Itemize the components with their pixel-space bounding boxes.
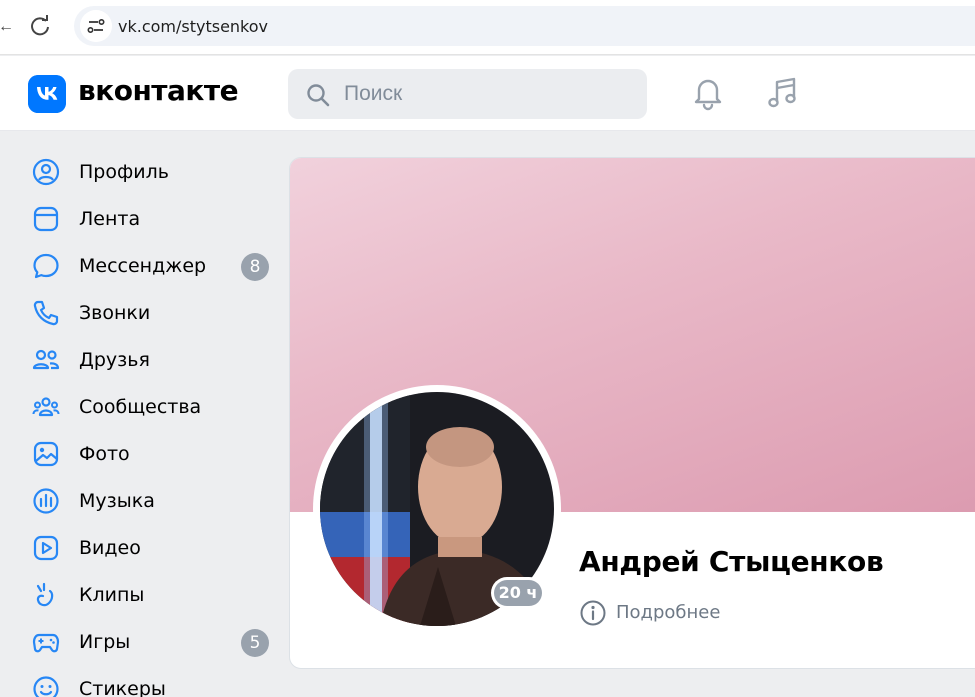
stickers-icon <box>33 676 59 697</box>
info-icon <box>580 600 606 626</box>
profile-icon <box>32 158 60 186</box>
search-box[interactable] <box>288 69 647 119</box>
site-info-icon[interactable] <box>80 10 112 42</box>
sidebar-item-games[interactable]: Игры 5 <box>22 620 282 667</box>
vk-logo-icon[interactable] <box>28 75 66 113</box>
sidebar-item-label: Мессенджер <box>79 255 207 277</box>
reload-icon[interactable] <box>26 12 54 40</box>
sidebar-item-label: Звонки <box>79 302 151 324</box>
music-icon[interactable] <box>764 74 800 112</box>
sidebar-item-label: Стикеры <box>79 678 166 697</box>
sidebar-item-profile[interactable]: Профиль <box>22 150 282 197</box>
sidebar-item-label: Музыка <box>79 490 155 512</box>
sidebar-item-communities[interactable]: Сообщества <box>22 385 282 432</box>
search-input[interactable] <box>344 69 634 119</box>
clips-icon <box>36 582 54 607</box>
unread-count-badge: 8 <box>241 253 269 281</box>
sidebar-item-label: Фото <box>79 443 130 465</box>
profile-name: Андрей Стыценков <box>579 545 884 578</box>
sidebar-item-video[interactable]: Видео <box>22 526 282 573</box>
left-sidebar: Профиль Лента Мессенджер 8 Звонки Друзья <box>22 150 282 697</box>
games-icon <box>32 633 60 653</box>
details-label: Подробнее <box>616 602 721 623</box>
phone-icon <box>33 300 59 326</box>
sidebar-item-messenger[interactable]: Мессенджер 8 <box>22 244 282 291</box>
messenger-icon <box>33 253 59 279</box>
video-icon <box>33 535 59 561</box>
sidebar-item-label: Видео <box>79 537 141 559</box>
story-time-label: 20 ч <box>494 580 542 606</box>
sidebar-item-label: Друзья <box>79 349 150 371</box>
back-arrow-icon[interactable]: ← <box>0 18 14 36</box>
story-time-badge[interactable]: 20 ч <box>491 577 545 609</box>
friends-icon <box>32 349 60 370</box>
sidebar-item-label: Сообщества <box>79 396 202 418</box>
sidebar-item-clips[interactable]: Клипы <box>22 573 282 620</box>
browser-toolbar: ← vk.com/stytsenkov <box>0 0 975 55</box>
games-count-badge: 5 <box>241 629 269 657</box>
sidebar-item-label: Игры <box>79 631 131 653</box>
sidebar-item-friends[interactable]: Друзья <box>22 338 282 385</box>
vk-logo-text[interactable]: вконтакте <box>78 74 239 107</box>
sidebar-item-label: Лента <box>79 208 141 230</box>
sidebar-item-music[interactable]: Музыка <box>22 479 282 526</box>
sidebar-item-photos[interactable]: Фото <box>22 432 282 479</box>
sidebar-item-label: Профиль <box>79 161 169 183</box>
feed-icon <box>33 206 59 232</box>
address-bar[interactable]: vk.com/stytsenkov <box>74 6 975 46</box>
site-header: вконтакте <box>0 56 975 131</box>
photo-icon <box>33 441 59 467</box>
sidebar-item-stickers[interactable]: Стикеры <box>22 667 282 697</box>
notifications-bell-icon[interactable] <box>690 74 726 112</box>
sidebar-item-feed[interactable]: Лента <box>22 197 282 244</box>
communities-icon <box>32 397 60 417</box>
sidebar-item-calls[interactable]: Звонки <box>22 291 282 338</box>
search-icon <box>307 84 330 107</box>
music-chart-icon <box>33 488 59 514</box>
sidebar-item-label: Клипы <box>79 584 145 606</box>
url-text[interactable]: vk.com/stytsenkov <box>118 17 268 36</box>
